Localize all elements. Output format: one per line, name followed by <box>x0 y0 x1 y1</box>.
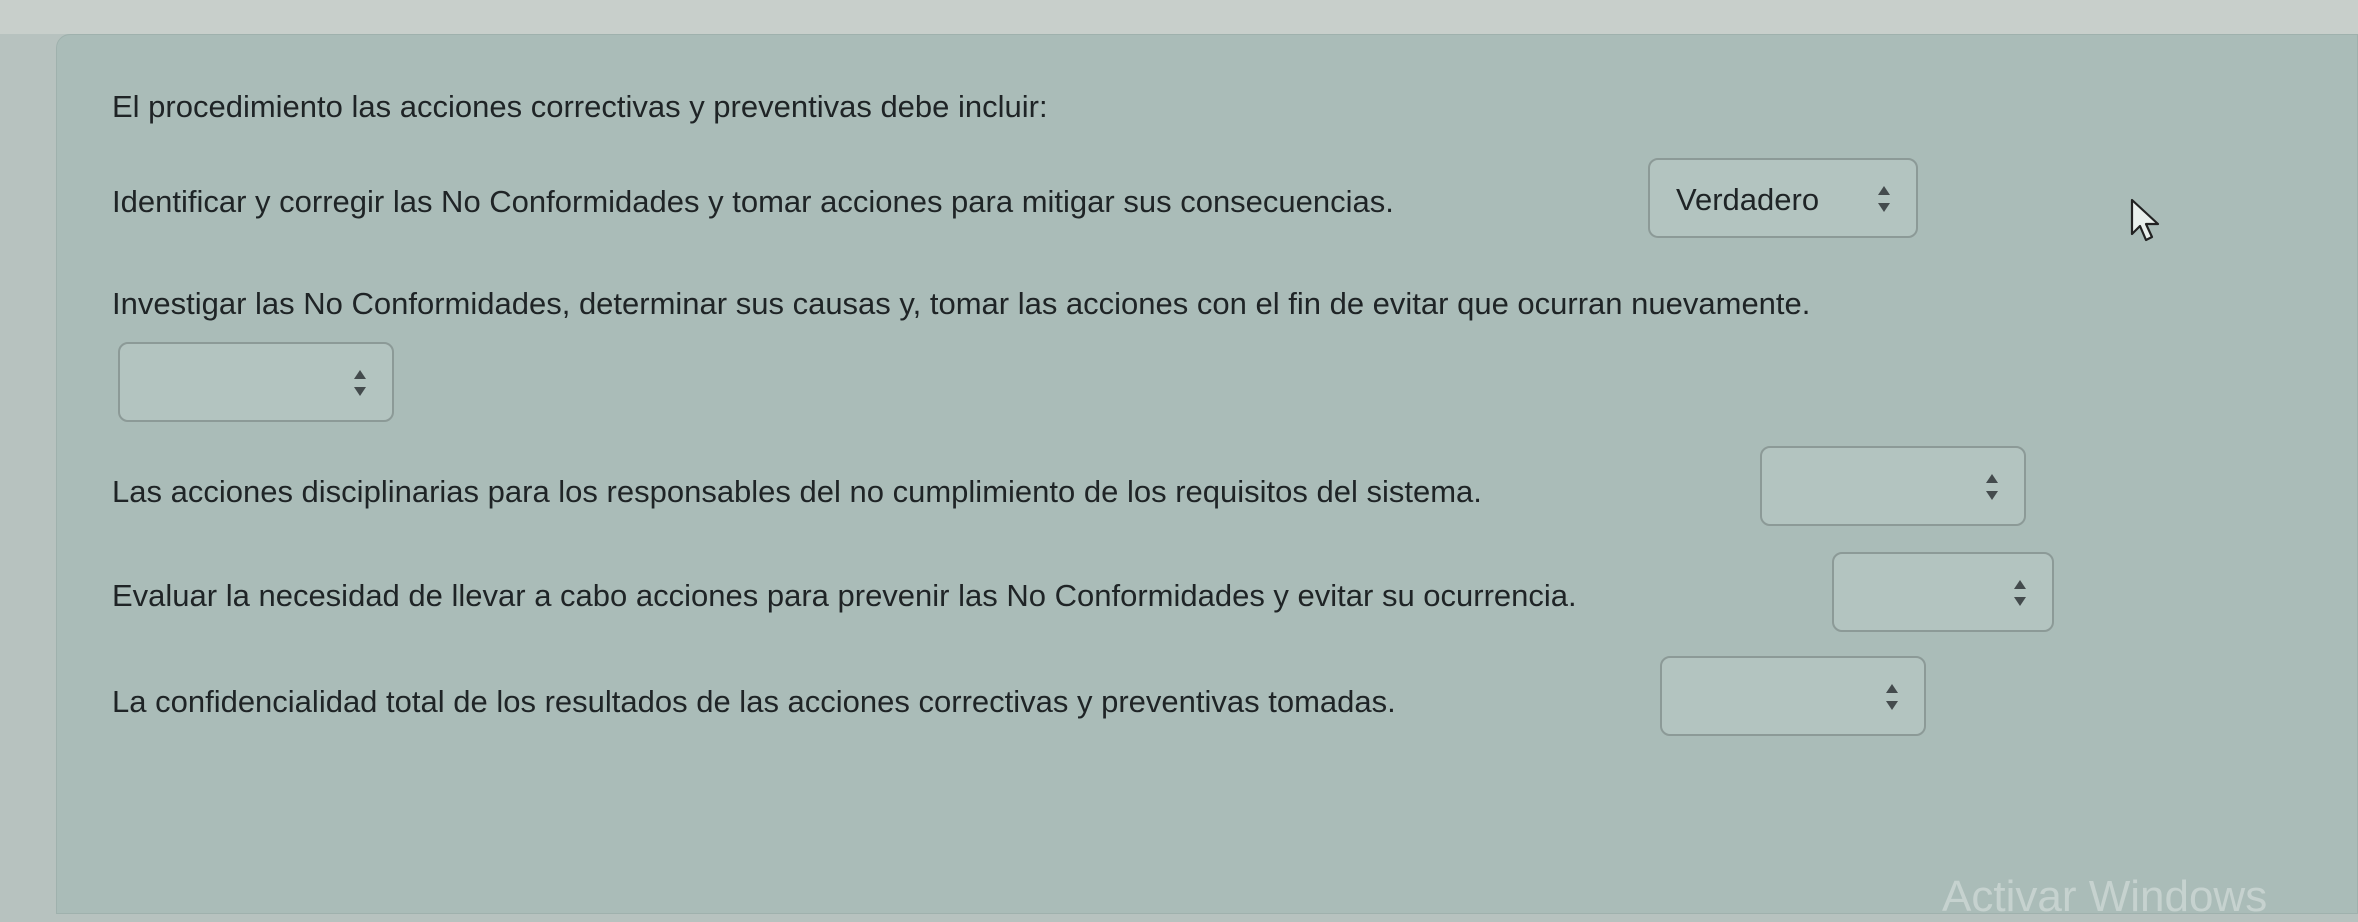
item-1-select-value: Verdadero <box>1676 182 1820 217</box>
up-down-caret-icon <box>1886 684 1898 710</box>
item-5-label: La confidencialidad total de los resulta… <box>112 684 1396 719</box>
item-3-select[interactable] <box>1760 446 2026 526</box>
up-down-caret-icon <box>2014 580 2026 606</box>
item-4-select[interactable] <box>1832 552 2054 632</box>
item-2-label: Investigar las No Conformidades, determi… <box>112 286 1811 321</box>
item-4-label: Evaluar la necesidad de llevar a cabo ac… <box>112 578 1577 613</box>
item-3-label: Las acciones disciplinarias para los res… <box>112 474 1482 509</box>
up-down-caret-icon <box>1986 474 1998 500</box>
activate-windows-watermark: Activar Windows <box>1942 872 2268 921</box>
item-1-label: Identificar y corregir las No Conformida… <box>112 184 1394 219</box>
up-down-caret-icon <box>354 370 366 396</box>
browser-top-strip <box>0 0 2358 34</box>
item-2-select[interactable] <box>118 342 394 422</box>
item-5-select[interactable] <box>1660 656 1926 736</box>
question-title: El procedimiento las acciones correctiva… <box>112 89 1048 124</box>
mouse-pointer-icon <box>2130 198 2160 242</box>
item-1-select[interactable]: Verdadero <box>1648 158 1918 238</box>
up-down-caret-icon <box>1878 186 1890 212</box>
